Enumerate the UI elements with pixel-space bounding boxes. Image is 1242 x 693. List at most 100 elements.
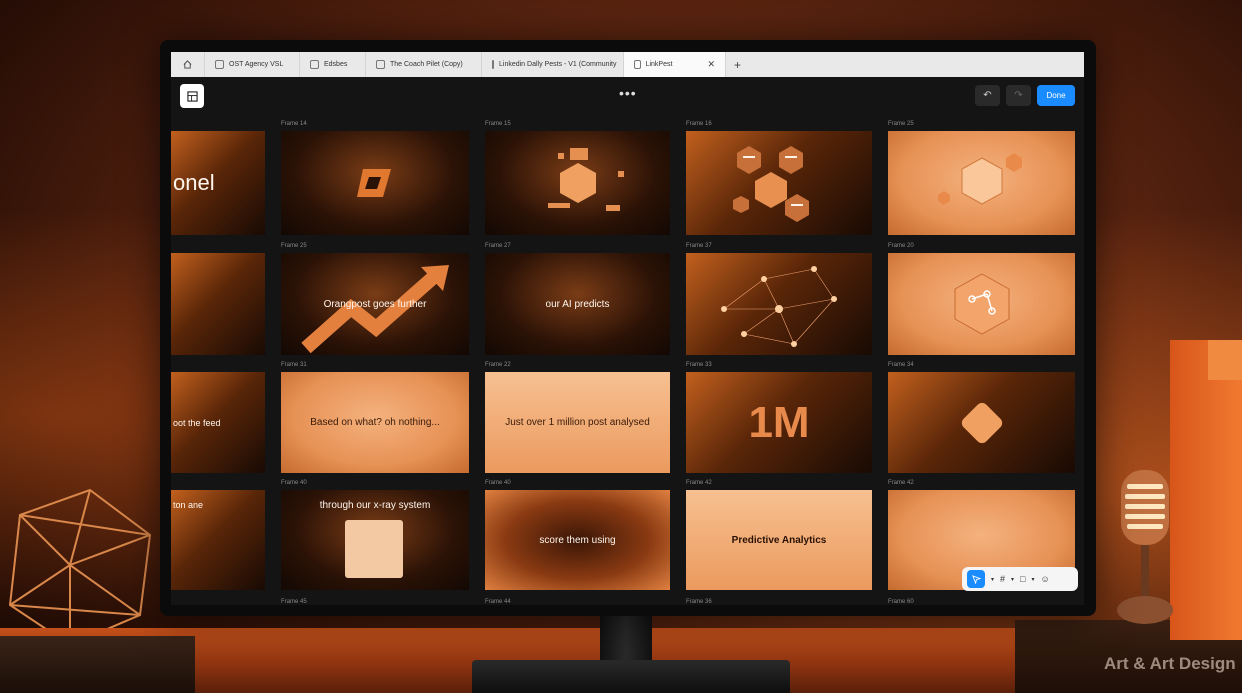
frame-text: through our x-ray system [319,500,431,511]
emoji-tool-icon[interactable]: ☺ [1041,574,1050,584]
frame-card[interactable]: Frame 33 1M [686,362,872,473]
undo-button[interactable]: ↶ [975,85,1000,106]
frame-thumbnail: score them using [485,490,670,590]
frame-card[interactable]: Frame 37 [686,243,872,355]
tab-label: Edsbes [324,61,348,68]
tab-edsbes[interactable]: Edsbes [300,52,366,77]
frame-card[interactable]: Frame 20 [888,243,1075,355]
retro-lamp [1117,470,1173,624]
frame-label: Frame 45 [281,599,307,605]
frame-thumbnail [888,131,1075,235]
neural-network-icon [721,266,837,347]
frame-label: Frame 42 [686,480,712,486]
frame-thumbnail: through our x-ray system [281,490,469,590]
rectangle-tool-icon[interactable]: □ [1020,574,1025,584]
frame-card[interactable] [171,253,265,355]
frame-text: Predictive Analytics [731,534,827,546]
frame-thumbnail: onel [171,131,265,235]
more-options-icon[interactable]: ••• [619,85,637,101]
frame-label: Frame 44 [485,599,511,605]
tool-palette: ▾ # ▾ □ ▾ ☺ [962,567,1078,591]
frame-thumbnail [686,131,872,235]
frame-card[interactable]: ton ane [171,490,265,590]
frame-label: Frame 34 [888,362,914,368]
frame-thumbnail: our AI predicts [485,253,670,355]
frame-card[interactable]: Frame 42 Predictive Analytics [686,480,872,590]
tab-label: Linkedin Dally Pests - V1 (Community [499,61,617,68]
tab-linkpest[interactable]: LinkPest ✕ [624,52,726,77]
book-stack-left [0,636,195,693]
frame-label: Frame 22 [485,362,511,368]
grid-icon [186,90,198,102]
frame-label: Frame 25 [281,243,307,249]
redo-button[interactable]: ↷ [1006,85,1031,106]
tab-coach-pilet[interactable]: The Coach Pilet (Copy) [366,52,482,77]
frame-thumbnail [485,131,670,235]
frame-card[interactable]: Frame 22 Just over 1 million post analys… [485,362,670,473]
frame-card[interactable]: Frame 14 [281,121,469,235]
frame-text: ton ane [173,500,204,510]
frame-thumbnail [686,253,872,355]
frame-label: Frame 31 [281,362,307,368]
frames-canvas: onel Frame 14 Frame 15 Frame 16 Frame 25… [171,115,1084,605]
frame-text: 1M [748,397,810,447]
tab-label: OST Agency VSL [229,61,284,68]
frame-card[interactable]: Frame 25 [888,121,1075,235]
frame-thumbnail [888,253,1075,355]
frame-label: Frame 60 [888,599,914,605]
orange-books [1170,340,1242,640]
frame-label: Frame 16 [686,121,712,127]
monitor-stand-neck [600,612,652,667]
frame-card[interactable]: Frame 27 our AI predicts [485,243,670,355]
diamond-shape-icon [961,402,1002,443]
frame-card[interactable]: Frame 40 score them using [485,480,670,590]
orange-book-top [1208,340,1242,380]
frame-text: Just over 1 million post analysed [505,417,650,428]
frame-thumbnail [281,131,469,235]
frame-thumbnail: 1M [686,372,872,473]
frame-label: Frame 37 [686,243,712,249]
file-icon [492,60,494,69]
frame-label: Frame 42 [888,480,914,486]
frame-text: oot the feed [173,417,221,428]
close-tab-icon[interactable]: ✕ [707,59,715,70]
done-button[interactable]: Done [1037,85,1075,106]
geometric-sculpture [8,488,152,647]
frame-card[interactable]: Frame 40 through our x-ray system [281,480,469,590]
frame-thumbnail: oot the feed [171,372,265,473]
tab-linkedin-dally-pests[interactable]: Linkedin Dally Pests - V1 (Community [482,52,624,77]
post-card-illustration [345,520,403,578]
frame-card[interactable]: oot the feed [171,372,265,473]
browser-tab-bar: OST Agency VSL Edsbes The Coach Pilet (C… [171,52,1084,77]
chevron-down-icon[interactable]: ▾ [1011,576,1014,583]
frame-label: Frame 20 [888,243,914,249]
frame-thumbnail: ton ane [171,490,265,590]
frame-card[interactable]: Frame 34 [888,362,1075,473]
frame-label: Frame 36 [686,599,712,605]
chevron-down-icon[interactable]: ▾ [1031,576,1034,583]
frame-text: Based on what? oh nothing... [310,417,440,428]
grid-view-button[interactable] [180,84,204,108]
frame-card[interactable]: Frame 25 Orangpost goes further [281,243,469,355]
frame-card[interactable]: onel [171,131,265,235]
frame-text: onel [173,170,215,195]
chevron-down-icon[interactable]: ▾ [991,576,994,583]
frame-card[interactable]: Frame 31 Based on what? oh nothing... [281,362,469,473]
tab-ost-agency-vsl[interactable]: OST Agency VSL [205,52,300,77]
frame-card[interactable]: Frame 16 [686,121,872,235]
pointer-tool-button[interactable] [967,570,985,588]
frame-label: Frame 27 [485,243,511,249]
frame-thumbnail: Predictive Analytics [686,490,872,590]
frame-tool-icon[interactable]: # [1000,574,1005,584]
new-tab-button[interactable]: + [726,58,749,72]
app-screen: OST Agency VSL Edsbes The Coach Pilet (C… [171,52,1084,605]
frame-thumbnail [888,372,1075,473]
home-tab[interactable] [171,52,205,77]
hexagon-molecule-icon [954,273,1009,335]
frame-text: Orangpost goes further [323,298,427,310]
frame-card[interactable]: Frame 15 [485,121,670,235]
file-icon [215,60,224,69]
frame-label: Frame 25 [888,121,914,127]
file-icon [634,60,641,69]
frame-text: our AI predicts [545,298,610,310]
